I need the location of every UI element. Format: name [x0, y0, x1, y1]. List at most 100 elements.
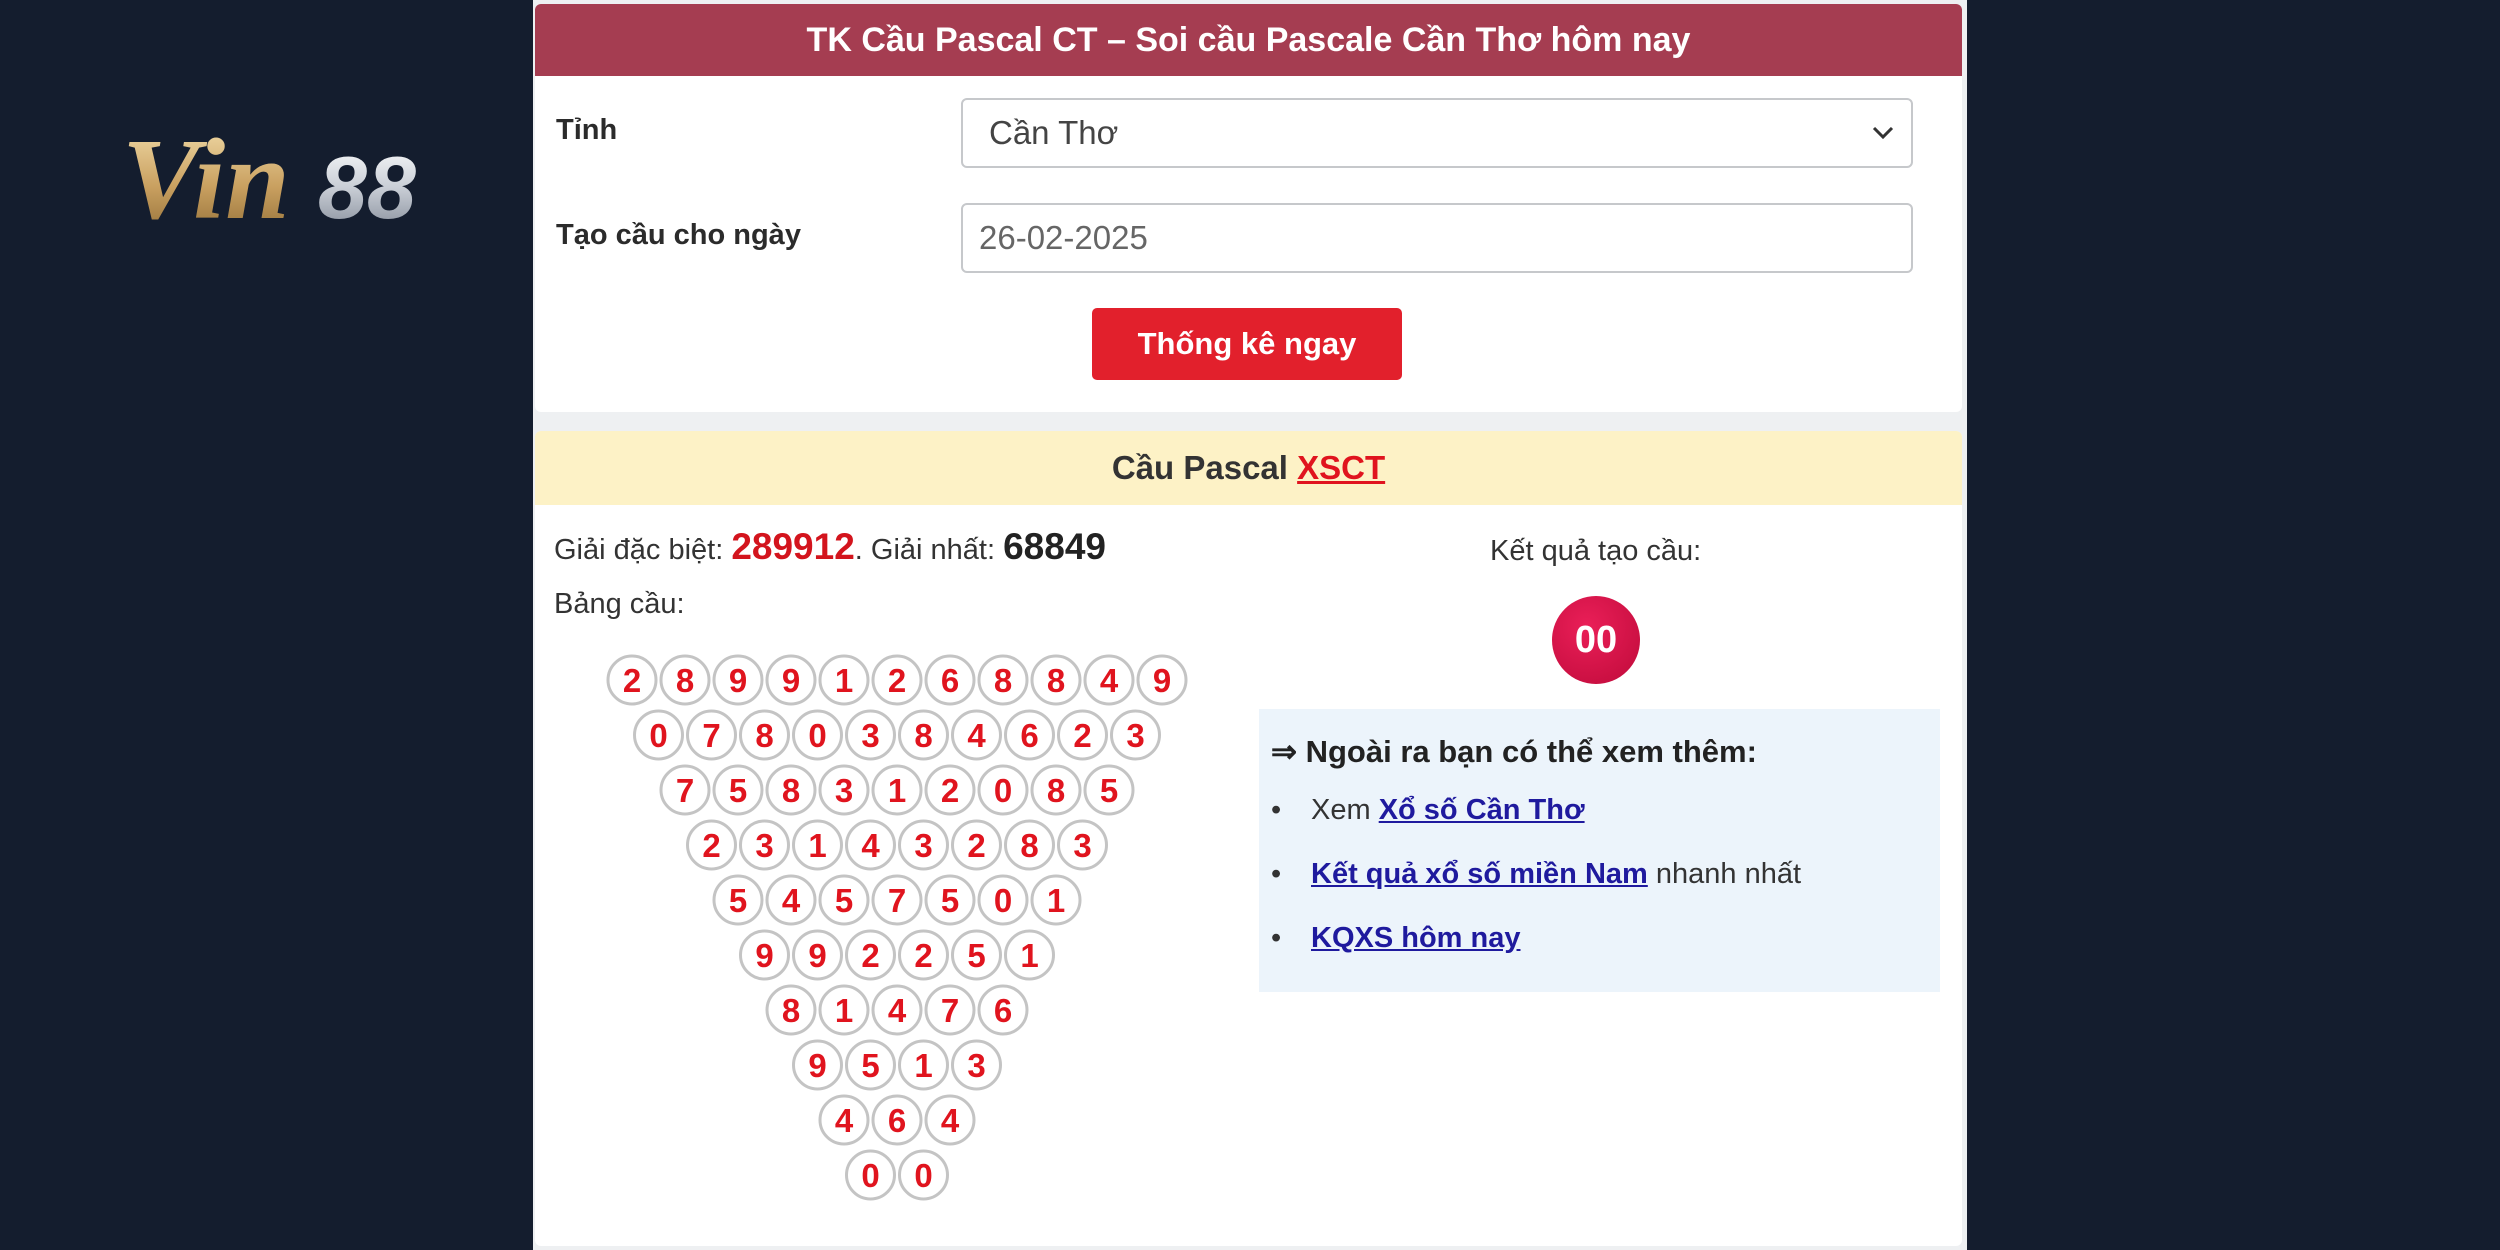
pascal-digit: 5: [729, 772, 747, 809]
pascal-digit: 4: [1100, 662, 1119, 699]
pascal-digit-ball: 9: [739, 929, 790, 981]
pascal-digit: 4: [941, 1102, 960, 1139]
pascal-digit: 3: [967, 1047, 985, 1084]
pascal-digit: 4: [861, 827, 880, 864]
xo-so-can-tho-link[interactable]: Xổ số Cần Thơ: [1379, 794, 1585, 826]
pascal-digit: 6: [941, 662, 959, 699]
xsct-link[interactable]: XSCT: [1297, 449, 1385, 486]
date-input[interactable]: 26-02-2025: [961, 203, 1913, 273]
pascal-digit: 1: [888, 772, 906, 809]
pascal-digit-ball: 5: [712, 874, 764, 926]
pascal-result-card: Cầu Pascal XSCT Giải đặc biệt: 289912. G…: [535, 431, 1962, 1246]
pascal-digit: 8: [1020, 827, 1038, 864]
pascal-digit-ball: 8: [739, 709, 790, 761]
pascal-digit-ball: 2: [845, 929, 896, 981]
bullet: •: [1271, 858, 1282, 890]
bullet: •: [1271, 922, 1282, 954]
pascal-digit-ball: 9: [792, 929, 843, 981]
pascal-digit: 4: [888, 992, 907, 1029]
pascal-digit: 3: [755, 827, 773, 864]
pascal-digit-ball: 2: [924, 764, 976, 816]
result-ball: 00: [1552, 596, 1640, 684]
date-label: Tạo cầu cho ngày: [556, 219, 801, 251]
pascal-digit: 9: [729, 662, 747, 699]
pascal-digit-ball: 8: [1004, 819, 1055, 871]
pascal-digit: 9: [782, 662, 800, 699]
pascal-digit-ball: 9: [1136, 654, 1188, 706]
see-more-item-3: • KQXS hôm nay: [1271, 922, 1521, 955]
pascal-digit-ball: 8: [659, 654, 711, 706]
pascal-digit-ball: 3: [898, 819, 949, 871]
pascal-digit: 2: [702, 827, 720, 864]
bullet: •: [1271, 794, 1282, 826]
pascal-digit: 0: [808, 717, 826, 754]
pascal-digit-ball: 4: [871, 984, 923, 1036]
pascal-digit: 5: [941, 882, 959, 919]
pascal-triangle: 2 8 9 9 1 2 6 8 8 4 90 7 8 0 3 8 4 6 2 37 5 8 3 1 2 0 8 52 3 1 4 3 2 8 35 4…: [606, 654, 1188, 1201]
province-select-value: Cần Thơ: [989, 114, 1119, 151]
pascal-digit: 1: [835, 662, 853, 699]
pascal-digit: 3: [861, 717, 879, 754]
pascal-digit: 4: [835, 1102, 854, 1139]
pascal-digit-ball: 7: [686, 709, 737, 761]
pascal-digit-ball: 6: [1004, 709, 1055, 761]
pascal-digit: 0: [994, 882, 1012, 919]
pascal-digit-ball: 8: [765, 764, 817, 816]
ket-qua-mien-nam-link[interactable]: Kết quả xổ số miền Nam: [1311, 858, 1648, 890]
pascal-digit: 4: [782, 882, 801, 919]
pascal-digit-ball: 8: [977, 654, 1029, 706]
pascal-digit: 2: [1073, 717, 1091, 754]
pascal-digit-ball: 2: [1057, 709, 1108, 761]
pascal-digit: 8: [782, 772, 800, 809]
pascal-digit-ball: 4: [951, 709, 1002, 761]
pascal-digit-ball: 0: [633, 709, 684, 761]
pascal-digit-ball: 1: [871, 764, 923, 816]
pascal-digit: 2: [941, 772, 959, 809]
province-select[interactable]: Cần Thơ: [961, 98, 1913, 168]
pascal-digit: 0: [914, 1157, 932, 1194]
pascal-digit-ball: 5: [924, 874, 976, 926]
pascal-digit-ball: 1: [818, 984, 870, 1036]
pascal-digit: 1: [914, 1047, 932, 1084]
pascal-form-card: TK Cầu Pascal CT – Soi cầu Pascale Cần T…: [535, 4, 1962, 412]
pascal-digit-ball: 4: [1083, 654, 1135, 706]
pascal-digit: 1: [808, 827, 826, 864]
pascal-digit-ball: 0: [898, 1149, 949, 1201]
pascal-digit-ball: 2: [871, 654, 923, 706]
pascal-digit: 0: [861, 1157, 879, 1194]
pascal-digit-ball: 4: [845, 819, 896, 871]
pascal-digit: 9: [808, 1047, 826, 1084]
pascal-digit: 8: [1047, 772, 1065, 809]
pascal-digit: 0: [649, 717, 667, 754]
pascal-digit: 2: [623, 662, 641, 699]
pascal-digit-ball: 7: [871, 874, 923, 926]
pascal-digit: 2: [861, 937, 879, 974]
pascal-digit-ball: 2: [898, 929, 949, 981]
pascal-digit: 6: [994, 992, 1012, 1029]
pascal-digit-ball: 3: [739, 819, 790, 871]
pascal-digit: 9: [1153, 662, 1171, 699]
pascal-digit-ball: 0: [792, 709, 843, 761]
pascal-digit-ball: 3: [1057, 819, 1108, 871]
see-more-item-1-prefix: Xem: [1311, 794, 1379, 826]
province-label: Tỉnh: [556, 114, 618, 146]
kqxs-hom-nay-link[interactable]: KQXS hôm nay: [1311, 922, 1521, 954]
pascal-digit-ball: 5: [1083, 764, 1135, 816]
pascal-digit-ball: 4: [765, 874, 817, 926]
pascal-digit: 3: [1126, 717, 1144, 754]
pascal-digit: 6: [888, 1102, 906, 1139]
pascal-digit-ball: 4: [924, 1094, 976, 1146]
pascal-digit: 9: [755, 937, 773, 974]
vin88-logo: Vin 88: [122, 118, 416, 230]
pascal-digit-ball: 8: [765, 984, 817, 1036]
pascal-digit: 0: [994, 772, 1012, 809]
pascal-digit: 7: [888, 882, 906, 919]
see-more-item-1: • Xem Xổ số Cần Thơ: [1271, 794, 1585, 827]
pascal-digit: 5: [729, 882, 747, 919]
pascal-digit-ball: 2: [686, 819, 737, 871]
pascal-digit-ball: 3: [845, 709, 896, 761]
pascal-digit: 6: [1020, 717, 1038, 754]
pascal-digit-ball: 8: [1030, 764, 1082, 816]
submit-button[interactable]: Thống kê ngay: [1092, 308, 1402, 380]
pascal-digit: 5: [835, 882, 853, 919]
